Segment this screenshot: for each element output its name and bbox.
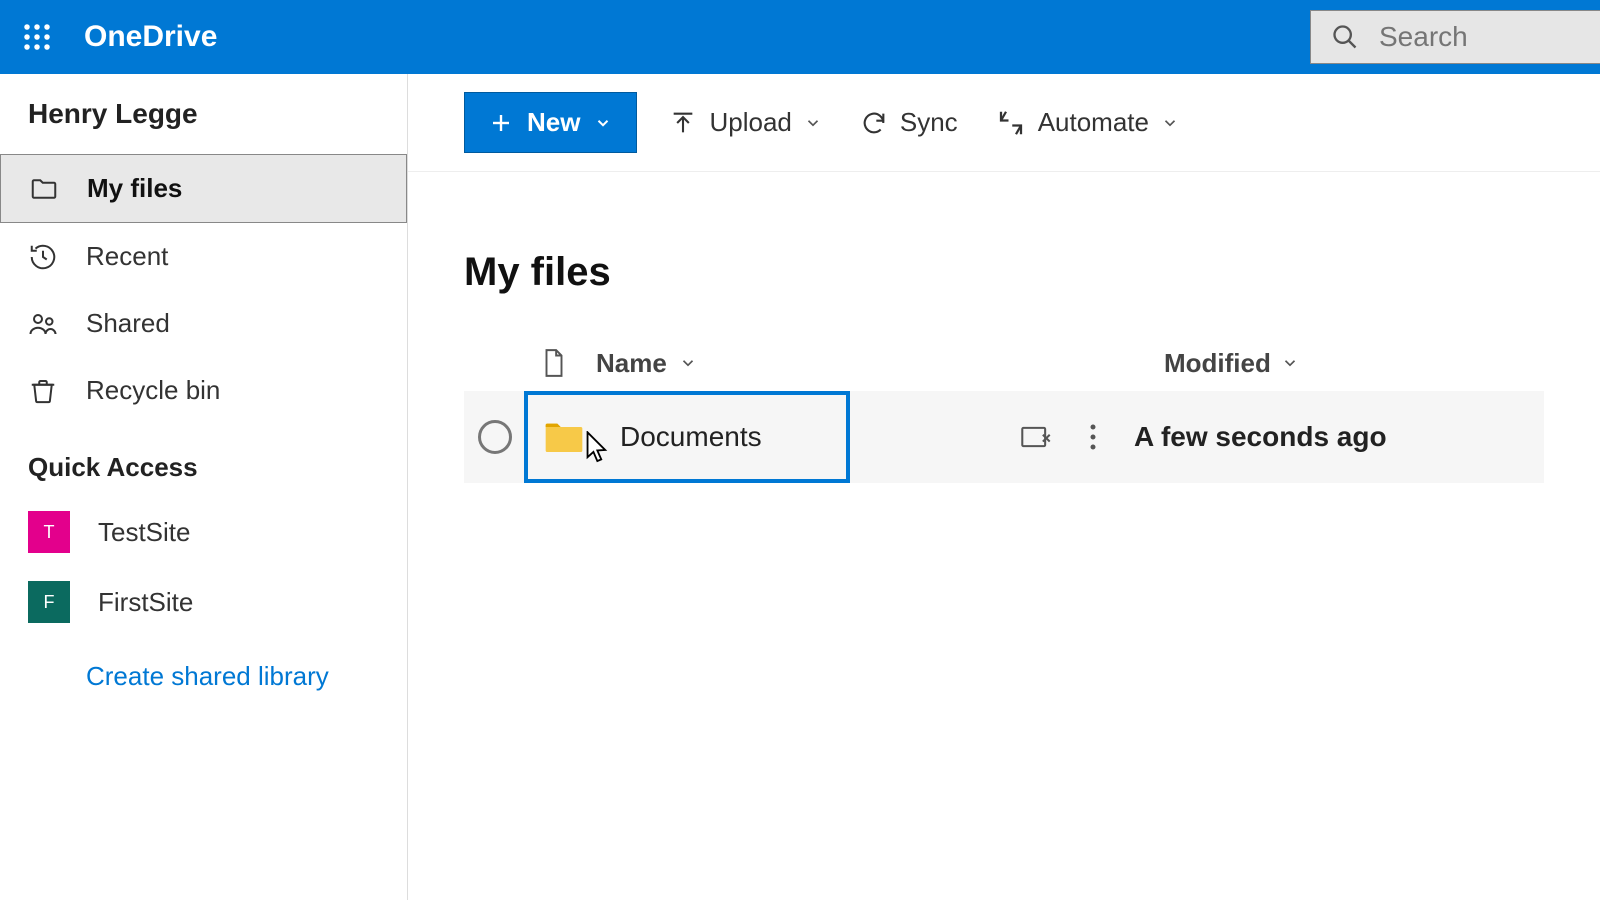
waffle-icon: [22, 22, 52, 52]
share-link-icon[interactable]: [1020, 423, 1052, 451]
site-tile-icon: F: [28, 581, 70, 623]
upload-icon: [669, 109, 697, 137]
sync-button[interactable]: Sync: [854, 99, 964, 146]
chevron-down-icon: [679, 354, 697, 372]
col-name-label: Name: [596, 348, 667, 379]
row-select-cell[interactable]: [464, 420, 524, 454]
search-box[interactable]: [1310, 10, 1600, 64]
row-name: Documents: [620, 421, 762, 453]
sync-label: Sync: [900, 107, 958, 138]
app-launcher-button[interactable]: [0, 0, 74, 74]
upload-label: Upload: [709, 107, 791, 138]
plus-icon: [489, 111, 513, 135]
automate-button[interactable]: Automate: [990, 99, 1185, 146]
table-header-row: Name Modified: [464, 335, 1544, 391]
upload-button[interactable]: Upload: [663, 99, 827, 146]
new-button[interactable]: New: [464, 92, 637, 153]
automate-icon: [996, 108, 1026, 138]
mouse-cursor-icon: [584, 431, 612, 465]
app-name[interactable]: OneDrive: [84, 20, 217, 54]
table-row[interactable]: Documents A few seconds ago: [464, 391, 1544, 483]
more-actions-icon[interactable]: [1088, 422, 1098, 452]
nav-shared[interactable]: Shared: [0, 290, 407, 357]
recent-icon: [28, 242, 58, 272]
sync-icon: [860, 109, 888, 137]
command-bar: New Upload Sync Automate: [408, 74, 1600, 172]
create-shared-library-link[interactable]: Create shared library: [0, 637, 407, 716]
nav-recent[interactable]: Recent: [0, 223, 407, 290]
nav-my-files[interactable]: My files: [0, 154, 407, 223]
nav-label: Recent: [86, 241, 168, 272]
select-circle-icon[interactable]: [478, 420, 512, 454]
chevron-down-icon: [1281, 354, 1299, 372]
new-button-label: New: [527, 107, 580, 138]
quick-access-testsite[interactable]: T TestSite: [0, 497, 407, 567]
chevron-down-icon: [1161, 114, 1179, 132]
quick-access-firstsite[interactable]: F FirstSite: [0, 567, 407, 637]
content-area: New Upload Sync Automate My files: [408, 74, 1600, 900]
quick-access-label: TestSite: [98, 517, 191, 548]
page-title: My files: [408, 172, 1600, 335]
file-table: Name Modified Documen: [408, 335, 1600, 483]
nav-label: Recycle bin: [86, 375, 220, 406]
automate-label: Automate: [1038, 107, 1149, 138]
site-tile-icon: T: [28, 511, 70, 553]
folder-icon: [544, 420, 584, 454]
search-input[interactable]: [1379, 21, 1559, 53]
top-bar: OneDrive: [0, 0, 1600, 74]
search-icon: [1331, 23, 1359, 51]
col-modified-label: Modified: [1164, 348, 1271, 379]
quick-access-label: FirstSite: [98, 587, 193, 618]
chevron-down-icon: [804, 114, 822, 132]
user-name: Henry Legge: [0, 98, 407, 130]
nav-label: My files: [87, 173, 182, 204]
folder-icon: [29, 174, 59, 204]
col-name-header[interactable]: Name: [584, 348, 1164, 379]
col-file-type: [524, 348, 584, 378]
sidebar: Henry Legge My files Recent Shared R: [0, 74, 408, 900]
file-icon: [541, 348, 567, 378]
nav-recycle-bin[interactable]: Recycle bin: [0, 357, 407, 424]
nav-label: Shared: [86, 308, 170, 339]
quick-access-heading: Quick Access: [0, 424, 407, 497]
recycle-bin-icon: [28, 376, 58, 406]
shared-icon: [28, 309, 58, 339]
folder-name-cell[interactable]: Documents: [524, 391, 850, 483]
chevron-down-icon: [594, 114, 612, 132]
row-modified: A few seconds ago: [1134, 421, 1474, 453]
col-modified-header[interactable]: Modified: [1164, 348, 1504, 379]
row-actions: [1020, 422, 1098, 452]
